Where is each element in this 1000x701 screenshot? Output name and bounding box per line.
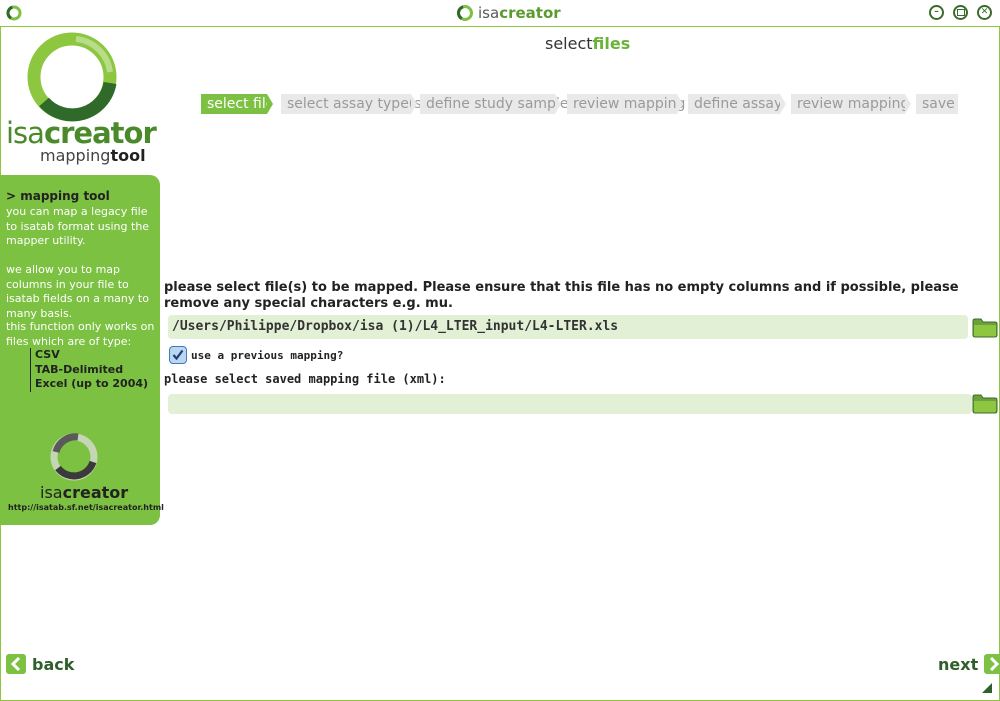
panel-brand-part2: creator <box>62 483 129 502</box>
file-type-item: Excel (up to 2004) <box>30 377 148 392</box>
website-link[interactable]: http://isatab.sf.net/isacreator.html <box>8 503 164 512</box>
step-arrow-icon <box>267 94 273 114</box>
info-para1: you can map a legacy file to isatab form… <box>6 205 150 247</box>
next-button[interactable]: next <box>938 652 1000 676</box>
step-arrow-icon <box>905 94 911 114</box>
brand-sub-part1: mapping <box>40 146 111 165</box>
browse-file-folder-icon[interactable] <box>972 317 998 338</box>
info-panel: > mapping tool you can map a legacy file… <box>0 175 164 525</box>
next-label: next <box>938 654 979 674</box>
minimize-icon: – <box>934 7 939 17</box>
next-arrow-icon <box>984 654 1000 674</box>
step-arrow-icon <box>780 94 786 114</box>
page-title: selectfiles <box>545 34 630 53</box>
panel-logo-icon <box>50 433 98 481</box>
step-review-mapping-1: review mapping <box>567 94 685 114</box>
title-part1: isa <box>478 4 500 22</box>
step-arrow-icon <box>555 94 561 114</box>
step-select-file: select file <box>201 94 274 114</box>
title-logo-icon <box>457 5 473 21</box>
step-review-mapping-2: review mapping <box>791 94 909 114</box>
resize-grip-icon[interactable] <box>982 683 992 693</box>
file-type-item: CSV <box>30 348 148 363</box>
back-arrow-icon <box>6 654 26 674</box>
step-define-assay: define assay <box>688 94 782 114</box>
file-select-prompt: please select file(s) to be mapped. Plea… <box>164 280 959 311</box>
close-icon: ✕ <box>980 7 989 17</box>
window-title: isacreator <box>456 4 561 22</box>
saved-mapping-field[interactable] <box>168 394 972 414</box>
brand-name: isacreator <box>6 116 157 150</box>
step-arrow-icon <box>411 94 417 114</box>
file-type-list: CSV TAB-Delimited Excel (up to 2004) <box>30 348 148 392</box>
info-heading: > mapping tool <box>6 189 110 203</box>
title-bar: isacreator – ✕ <box>0 0 1000 27</box>
file-path-field[interactable] <box>168 315 968 339</box>
brand-name-part2: creator <box>43 116 157 150</box>
panel-brand-part1: isa <box>40 483 63 502</box>
file-type-item: TAB-Delimited <box>30 362 148 377</box>
brand-sub-part2: tool <box>110 146 146 165</box>
use-previous-mapping-checkbox[interactable] <box>169 346 187 364</box>
checkmark-icon <box>172 349 184 361</box>
minimize-button[interactable]: – <box>929 5 944 20</box>
step-save: save <box>916 94 958 114</box>
info-para2: we allow you to map columns in your file… <box>6 263 149 320</box>
use-previous-mapping-label: use a previous mapping? <box>191 349 344 362</box>
saved-mapping-label: please select saved mapping file (xml): <box>164 372 446 386</box>
brand-subtitle: mappingtool <box>40 146 146 165</box>
maximize-icon <box>956 9 965 16</box>
panel-brand: isacreator <box>40 483 128 502</box>
close-button[interactable]: ✕ <box>977 5 992 20</box>
maximize-button[interactable] <box>953 5 968 20</box>
back-label: back <box>32 654 75 674</box>
page-title-part2: files <box>592 34 631 53</box>
back-button[interactable]: back <box>6 652 74 676</box>
app-logo-icon <box>6 5 22 21</box>
brand-name-part1: isa <box>6 116 45 150</box>
page-title-part1: select <box>545 34 593 53</box>
browse-mapping-folder-icon[interactable] <box>972 393 998 414</box>
title-part2: creator <box>499 4 561 22</box>
info-para3: this function only works on files which … <box>6 320 155 348</box>
step-select-assay-types: select assay type(s) <box>281 94 427 114</box>
isacreator-logo-icon <box>27 32 117 122</box>
step-arrow-icon <box>677 94 683 114</box>
step-define-study-sample: define study sample <box>420 94 568 114</box>
